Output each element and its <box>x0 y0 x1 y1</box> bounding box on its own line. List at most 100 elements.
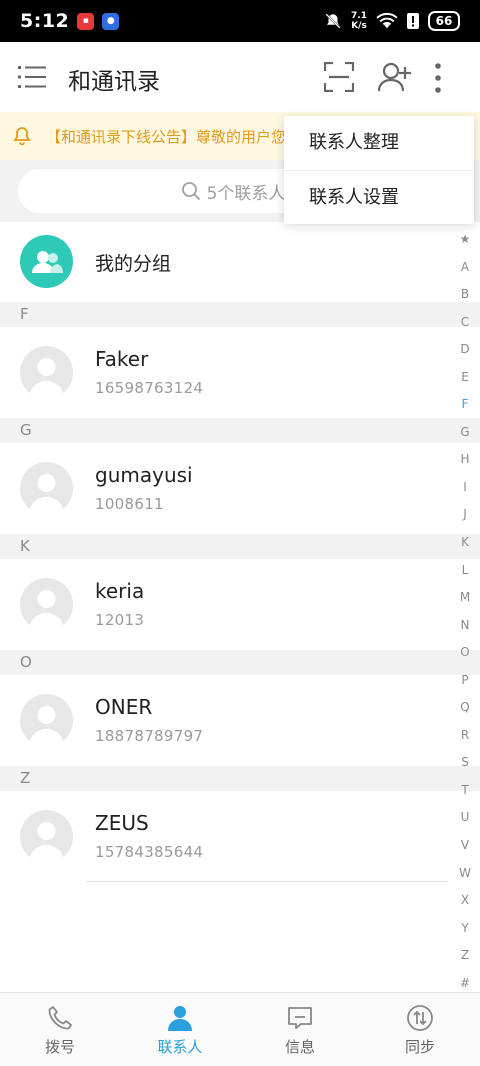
index-letter[interactable]: O <box>460 645 469 659</box>
index-letter[interactable]: L <box>462 563 469 577</box>
app-bar: 和通讯录 <box>0 42 480 112</box>
add-user-icon[interactable] <box>377 61 413 93</box>
nav-item-messages[interactable]: 信息 <box>240 993 360 1066</box>
avatar <box>20 462 73 515</box>
index-letter[interactable]: J <box>463 507 467 521</box>
index-letter[interactable]: Y <box>461 921 468 935</box>
net-speed: 7.1 K/s <box>351 11 367 31</box>
contact-phone: 18878789797 <box>95 727 204 745</box>
section-header: O <box>0 650 480 675</box>
notice-text: 【和通讯录下线公告】尊敬的用户您 <box>46 127 287 146</box>
index-letter[interactable]: A <box>461 260 469 274</box>
index-letter[interactable]: Q <box>460 700 469 714</box>
contact-row[interactable]: Faker 16598763124 <box>0 327 448 418</box>
index-letter[interactable]: H <box>460 452 469 466</box>
notification-app-icon: ● <box>102 12 120 30</box>
net-speed-unit: K/s <box>351 21 367 31</box>
contact-phone: 12013 <box>95 611 145 629</box>
group-icon <box>31 250 63 273</box>
alphabet-index-bar[interactable]: ★ A B C D E F G H I J K L M N O P Q R S T U V W X Y Z # <box>450 228 480 994</box>
index-letter[interactable]: V <box>461 838 469 852</box>
index-letter[interactable]: S <box>461 755 469 769</box>
page-title: 和通讯录 <box>68 69 160 95</box>
more-options-icon[interactable] <box>430 62 446 94</box>
contact-phone: 15784385644 <box>95 843 204 861</box>
contact-row[interactable]: ZEUS 15784385644 <box>0 791 448 882</box>
overflow-menu: 联系人整理 联系人设置 <box>284 116 474 224</box>
battery-indicator: 66 <box>428 11 460 31</box>
section-header: G <box>0 418 480 443</box>
contact-list: F Faker 16598763124 G gumayusi 1008611 K… <box>0 302 480 882</box>
index-letter[interactable]: B <box>461 287 469 301</box>
contact-phone: 16598763124 <box>95 379 204 397</box>
nav-label: 信息 <box>284 1038 315 1056</box>
index-letter[interactable]: W <box>459 866 471 880</box>
index-letter[interactable]: I <box>463 480 467 494</box>
contact-row[interactable]: keria 12013 <box>0 559 448 650</box>
contact-name: Faker <box>95 347 149 371</box>
index-letter[interactable]: X <box>461 893 469 907</box>
index-letter[interactable]: R <box>461 728 469 742</box>
index-letter[interactable]: F <box>462 397 469 411</box>
avatar <box>20 694 73 747</box>
index-letter[interactable]: U <box>461 810 470 824</box>
nav-item-sync[interactable]: 同步 <box>360 993 480 1066</box>
index-letter[interactable]: G <box>460 425 469 439</box>
index-letter[interactable]: P <box>461 673 468 687</box>
nav-label: 同步 <box>404 1038 435 1056</box>
contact-name: gumayusi <box>95 463 193 487</box>
person-icon <box>29 590 64 631</box>
phone-icon <box>48 1006 72 1030</box>
section-header: F <box>0 302 480 327</box>
menu-icon[interactable] <box>18 65 46 89</box>
nav-item-dialer[interactable]: 拨号 <box>0 993 120 1066</box>
index-letter[interactable]: T <box>461 783 468 797</box>
group-label: 我的分组 <box>95 253 172 275</box>
contact-row[interactable]: gumayusi 1008611 <box>0 443 448 534</box>
index-letter[interactable]: N <box>461 618 470 632</box>
sync-icon <box>407 1005 433 1031</box>
contact-row[interactable]: ONER 18878789797 <box>0 675 448 766</box>
menu-item-contact-settings[interactable]: 联系人设置 <box>284 170 474 224</box>
index-letter[interactable]: ★ <box>460 232 471 246</box>
search-placeholder: 5个联系人 <box>206 183 286 204</box>
notification-app-icon: ▪ <box>77 12 95 30</box>
person-icon <box>29 706 64 747</box>
index-letter[interactable]: C <box>461 315 469 329</box>
nav-label: 拨号 <box>44 1038 75 1056</box>
net-speed-value: 7.1 <box>351 11 367 21</box>
nav-item-contacts[interactable]: 联系人 <box>120 993 240 1066</box>
contact-name: keria <box>95 579 145 603</box>
divider <box>85 881 448 882</box>
scan-icon[interactable] <box>324 62 354 92</box>
section-header: K <box>0 534 480 559</box>
menu-item-organize-contacts[interactable]: 联系人整理 <box>284 116 474 170</box>
status-indicators: 7.1 K/s 66 <box>324 11 460 31</box>
avatar <box>20 346 73 399</box>
contact-name: ZEUS <box>95 811 149 835</box>
index-letter[interactable]: # <box>460 976 470 990</box>
index-letter[interactable]: Z <box>461 948 469 962</box>
contact-phone: 1008611 <box>95 495 164 513</box>
index-letter[interactable]: M <box>460 590 470 604</box>
wifi-icon <box>376 13 398 29</box>
group-avatar <box>20 235 73 288</box>
avatar <box>20 810 73 863</box>
index-letter[interactable]: D <box>460 342 469 356</box>
my-groups-row[interactable]: 我的分组 <box>0 222 448 302</box>
avatar <box>20 578 73 631</box>
person-icon <box>29 822 64 863</box>
contacts-icon <box>168 1006 192 1031</box>
index-letter[interactable]: E <box>461 370 469 384</box>
alert-icon <box>407 13 419 29</box>
index-letter[interactable]: K <box>461 535 469 549</box>
status-time: 5:12 <box>20 10 70 32</box>
section-header: Z <box>0 766 480 791</box>
bell-icon <box>13 127 31 146</box>
message-icon <box>288 1007 312 1029</box>
contact-name: ONER <box>95 695 153 719</box>
status-bar: 5:12 ▪ ● 7.1 K/s 66 <box>0 0 480 42</box>
bell-off-icon <box>325 13 341 29</box>
person-icon <box>29 474 64 515</box>
nav-label: 联系人 <box>157 1038 203 1056</box>
